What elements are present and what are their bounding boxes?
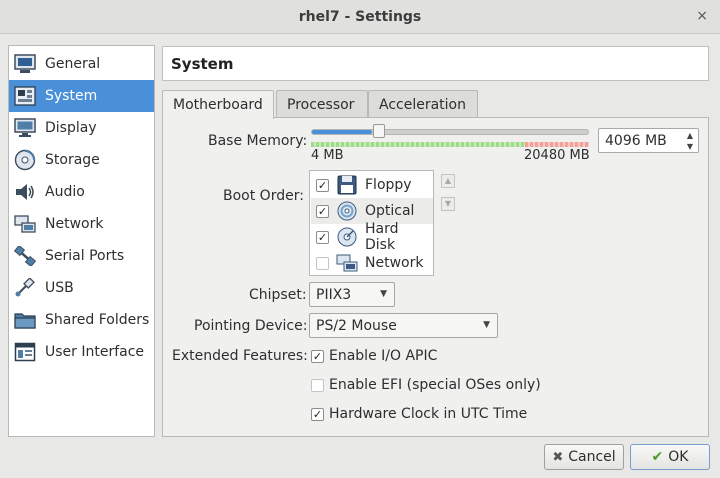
window-title: rhel7 - Settings <box>298 9 422 25</box>
memory-danger-zone <box>525 142 589 147</box>
sidebar-item-system[interactable]: System <box>9 80 154 112</box>
user-interface-icon <box>13 341 37 363</box>
sidebar-item-label: Audio <box>45 184 85 200</box>
section-header: System <box>162 46 709 81</box>
floppy-icon <box>336 174 358 196</box>
base-memory-value: 4096 MB <box>605 133 667 149</box>
memory-safe-zone <box>311 142 525 147</box>
monitor-icon <box>13 117 37 139</box>
pointing-device-label: Pointing Device: <box>194 318 308 334</box>
extended-features-label: Extended Features: <box>172 348 308 364</box>
sidebar-item-usb[interactable]: USB <box>9 272 154 304</box>
boot-item-label: Floppy <box>365 177 412 193</box>
tab-acceleration[interactable]: Acceleration <box>368 90 478 117</box>
tab-label: Processor <box>287 97 355 113</box>
enable-io-apic-checkbox[interactable]: ✓ <box>311 349 324 363</box>
boot-item-network[interactable]: Network <box>311 250 433 276</box>
sidebar-item-label: General <box>45 56 101 72</box>
optical-disc-icon <box>336 200 358 222</box>
hardware-clock-utc-checkbox[interactable]: ✓ <box>311 407 324 421</box>
sidebar-item-label: Display <box>45 120 97 136</box>
sidebar-item-label: USB <box>45 280 74 296</box>
chevron-down-icon: ▼ <box>483 320 490 330</box>
memory-max-label: 20480 MB <box>524 148 590 163</box>
title-bar: rhel7 - Settings × <box>0 0 720 34</box>
boot-optical-checkbox[interactable]: ✓ <box>316 204 329 218</box>
sidebar-item-shared-folders[interactable]: Shared Folders <box>9 304 154 336</box>
sidebar-item-label: Serial Ports <box>45 248 125 264</box>
chipset-select[interactable]: PIIX3 ▼ <box>309 282 395 307</box>
hard-disk-icon <box>336 226 358 248</box>
pointing-device-value: PS/2 Mouse <box>316 318 397 334</box>
cancel-button[interactable]: ✖ Cancel <box>544 444 624 470</box>
storage-icon <box>13 149 37 171</box>
ok-label: OK <box>668 449 689 465</box>
boot-item-hard-disk[interactable]: ✓ Hard Disk <box>311 221 433 253</box>
sidebar-item-storage[interactable]: Storage <box>9 144 154 176</box>
settings-sidebar: General System Display Storage Audio Net… <box>8 45 155 437</box>
cancel-label: Cancel <box>568 449 616 465</box>
option-label: Hardware Clock in UTC Time <box>329 406 528 422</box>
general-icon <box>13 53 37 75</box>
sidebar-item-audio[interactable]: Audio <box>9 176 154 208</box>
sidebar-item-label: Network <box>45 216 104 232</box>
option-label: Enable I/O APIC <box>329 348 438 364</box>
checkmark-icon: ✔ <box>651 449 664 465</box>
base-memory-slider-track[interactable] <box>311 129 589 135</box>
enable-efi-checkbox[interactable] <box>311 378 324 392</box>
sidebar-item-serial-ports[interactable]: Serial Ports <box>9 240 154 272</box>
sidebar-item-label: Storage <box>45 152 100 168</box>
network-icon <box>13 213 37 235</box>
option-label: Enable EFI (special OSes only) <box>329 377 541 393</box>
boot-item-label: Network <box>365 255 424 271</box>
base-memory-label: Base Memory: <box>208 133 308 149</box>
boot-floppy-checkbox[interactable]: ✓ <box>316 178 329 192</box>
chevron-down-icon: ▼ <box>380 289 387 299</box>
base-memory-spinbox[interactable]: 4096 MB ▲ ▼ <box>598 128 699 153</box>
sidebar-item-label: User Interface <box>45 344 145 360</box>
chipset-value: PIIX3 <box>316 287 352 303</box>
boot-item-label: Optical <box>365 203 415 219</box>
tab-label: Acceleration <box>379 97 466 113</box>
sidebar-item-label: Shared Folders <box>45 312 150 328</box>
hardware-clock-utc-option[interactable]: ✓ Hardware Clock in UTC Time <box>311 406 527 422</box>
boot-item-floppy[interactable]: ✓ Floppy <box>311 172 433 198</box>
sidebar-item-label: System <box>45 88 98 104</box>
boot-network-checkbox[interactable] <box>316 256 329 270</box>
ok-button[interactable]: ✔ OK <box>630 444 710 470</box>
speaker-icon <box>13 181 37 203</box>
usb-icon <box>13 277 37 299</box>
chipset-label: Chipset: <box>249 287 307 303</box>
sidebar-item-general[interactable]: General <box>9 48 154 80</box>
section-title: System <box>171 55 234 73</box>
serial-port-icon <box>13 245 37 267</box>
boot-hard-disk-checkbox[interactable]: ✓ <box>316 230 329 244</box>
move-down-icon[interactable]: ▼ <box>441 197 455 211</box>
sidebar-item-network[interactable]: Network <box>9 208 154 240</box>
enable-efi-option[interactable]: Enable EFI (special OSes only) <box>311 377 541 393</box>
tab-label: Motherboard <box>173 97 263 113</box>
boot-order-label: Boot Order: <box>223 188 304 204</box>
tab-processor[interactable]: Processor <box>276 90 368 117</box>
cancel-icon: ✖ <box>552 449 564 465</box>
close-icon[interactable]: × <box>696 8 708 24</box>
base-memory-slider-handle[interactable] <box>373 124 385 138</box>
boot-order-list: ✓ Floppy ✓ Optical ✓ Hard Disk Network <box>309 170 434 276</box>
motherboard-icon <box>13 85 37 107</box>
move-up-icon[interactable]: ▲ <box>441 174 455 188</box>
tab-motherboard[interactable]: Motherboard <box>162 90 274 119</box>
spin-down-icon[interactable]: ▼ <box>684 141 696 152</box>
base-memory-scale <box>311 142 589 147</box>
network-boot-icon <box>336 252 358 274</box>
enable-io-apic-option[interactable]: ✓ Enable I/O APIC <box>311 348 437 364</box>
boot-item-label: Hard Disk <box>365 221 399 253</box>
sidebar-item-display[interactable]: Display <box>9 112 154 144</box>
pointing-device-select[interactable]: PS/2 Mouse ▼ <box>309 313 498 338</box>
folder-icon <box>13 309 37 331</box>
spin-up-icon[interactable]: ▲ <box>684 130 696 141</box>
base-memory-slider-fill <box>312 130 372 134</box>
memory-min-label: 4 MB <box>311 148 344 163</box>
sidebar-item-user-interface[interactable]: User Interface <box>9 336 154 368</box>
